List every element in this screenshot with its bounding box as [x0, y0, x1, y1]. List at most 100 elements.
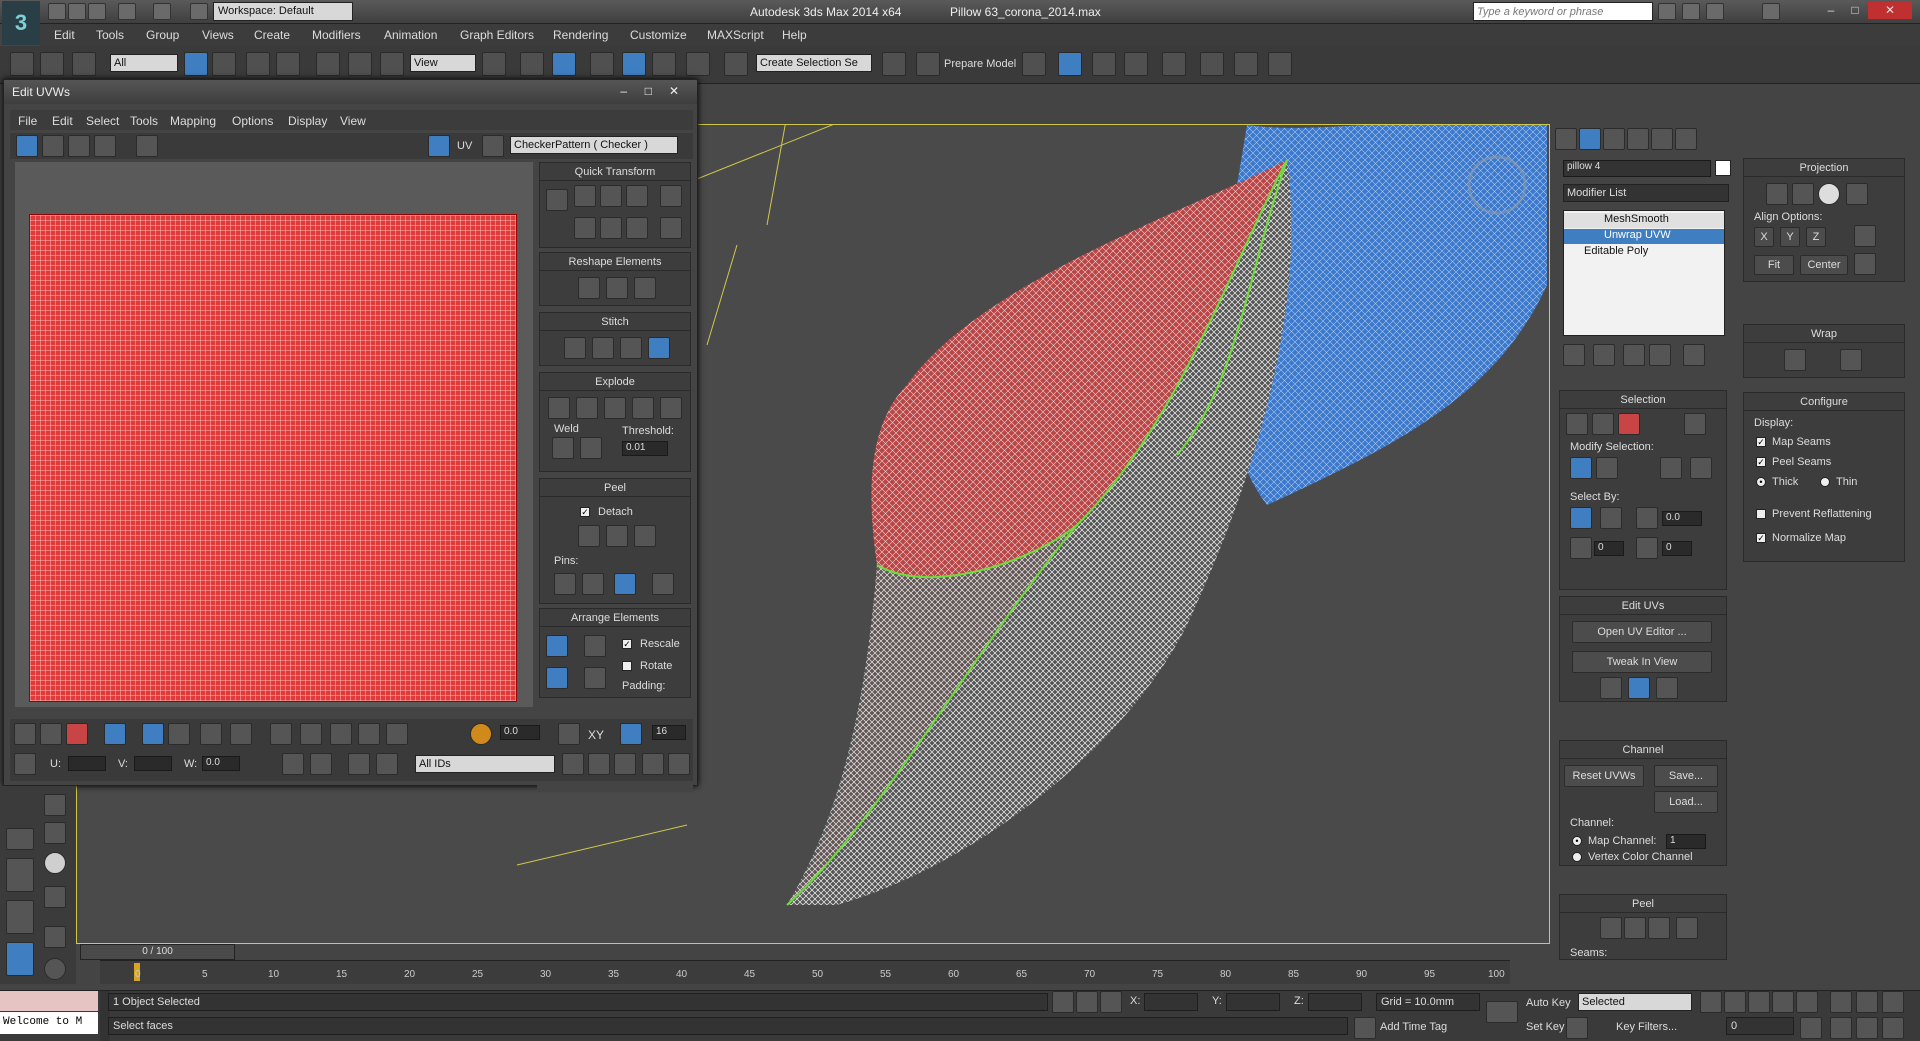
maxscript-listener[interactable]: Welcome to M [0, 1012, 98, 1034]
display-tab-icon[interactable] [1651, 128, 1673, 150]
align-x-button[interactable]: X [1754, 227, 1774, 247]
menu-tools[interactable]: Tools [96, 28, 124, 42]
help-icon[interactable] [44, 958, 66, 980]
wrap-header[interactable]: Wrap [1744, 325, 1904, 343]
pivot-icon[interactable] [546, 189, 568, 211]
relax-icon[interactable] [606, 277, 628, 299]
prev-frame-icon[interactable] [1724, 991, 1746, 1013]
x-coordinate-field[interactable] [1144, 993, 1198, 1011]
expand-arrow-icon[interactable] [6, 828, 34, 850]
align-cube-icon[interactable] [600, 217, 622, 239]
open-file-icon[interactable] [68, 3, 86, 20]
menu-maxscript[interactable]: MAXScript [707, 28, 764, 42]
workspace-dropdown[interactable]: Workspace: Default [213, 2, 353, 21]
zoom-region-icon[interactable] [614, 753, 636, 775]
link-icon[interactable] [10, 52, 34, 76]
edge-select-icon[interactable] [40, 723, 62, 745]
channel-header[interactable]: Channel [1560, 741, 1726, 759]
save-button[interactable]: Save... [1654, 765, 1718, 787]
select-manipulate-icon[interactable] [520, 52, 544, 76]
menu-create[interactable]: Create [254, 28, 290, 42]
menu-animation[interactable]: Animation [384, 28, 437, 42]
graphite-toggle-icon[interactable] [1058, 52, 1082, 76]
auto-pin-icon[interactable] [614, 573, 636, 595]
select-by-edge-icon[interactable] [1600, 507, 1622, 529]
sphere-icon[interactable] [44, 852, 66, 874]
undo-icon[interactable] [118, 3, 136, 20]
close-icon[interactable]: ✕ [1868, 2, 1912, 19]
rotate-ccw-icon[interactable] [626, 217, 648, 239]
pelt-map-icon[interactable] [1676, 917, 1698, 939]
map-channel-radio[interactable]: • [1572, 836, 1582, 846]
planar-map-icon[interactable] [1766, 183, 1788, 205]
viewport-layout-3-icon[interactable] [6, 942, 34, 976]
star-icon[interactable] [1706, 3, 1724, 20]
spline-map-icon[interactable] [1784, 349, 1806, 371]
material-id-spinner[interactable]: 0 [1594, 541, 1624, 556]
close-icon[interactable]: ✕ [669, 84, 679, 98]
reshape-elements-header[interactable]: Reshape Elements [540, 253, 690, 271]
freeform-icon[interactable] [94, 135, 116, 157]
add-time-tag-label[interactable]: Add Time Tag [1380, 1021, 1447, 1033]
fit-button[interactable]: Fit [1754, 255, 1794, 275]
time-slider[interactable]: 0 / 100 [80, 944, 235, 960]
grid-spinner[interactable]: 16 [652, 725, 686, 740]
pin-stack-icon[interactable] [1563, 344, 1585, 366]
material-editor-icon[interactable] [1162, 52, 1186, 76]
detach-edge-icon[interactable] [576, 397, 598, 419]
open-uv-editor-button[interactable]: Open UV Editor ... [1572, 621, 1712, 643]
zoom-icon[interactable] [588, 753, 610, 775]
flatten-custom-icon[interactable] [660, 397, 682, 419]
pin-icon[interactable] [554, 573, 576, 595]
show-hidden-edges-icon[interactable] [310, 753, 332, 775]
key-filters-label[interactable]: Key Filters... [1616, 1021, 1677, 1033]
pan-view-icon[interactable] [1856, 1017, 1878, 1039]
pivot-center-icon[interactable] [482, 52, 506, 76]
rotate-checkbox[interactable] [622, 661, 632, 671]
reset-icon[interactable] [1854, 253, 1876, 275]
reset-uvws-button[interactable]: Reset UVWs [1564, 765, 1644, 787]
stitch-custom-icon[interactable] [648, 337, 670, 359]
scale-icon[interactable] [68, 135, 90, 157]
xy-label[interactable]: XY [588, 728, 604, 742]
select-by-smoothing-icon[interactable] [1636, 537, 1658, 559]
selection-header[interactable]: Selection [1560, 391, 1726, 409]
align-h-icon[interactable] [574, 185, 596, 207]
absolute-mode-icon[interactable] [1100, 991, 1122, 1013]
track-bar[interactable]: 0 5 10 15 20 25 30 35 40 45 50 55 60 65 … [100, 960, 1510, 984]
orbit-icon[interactable] [1882, 1017, 1904, 1039]
loop-icon[interactable] [200, 723, 222, 745]
loop-icon[interactable] [1660, 457, 1682, 479]
play-icon[interactable] [1748, 991, 1770, 1013]
bind-space-warp-icon[interactable] [72, 52, 96, 76]
select-by-material-icon[interactable] [1570, 537, 1592, 559]
pan-icon[interactable] [562, 753, 584, 775]
stitch-header[interactable]: Stitch [540, 313, 690, 331]
menu-customize[interactable]: Customize [630, 28, 687, 42]
field-of-view-icon[interactable] [1830, 1017, 1852, 1039]
align-icon[interactable] [916, 52, 940, 76]
hierarchy-tab-icon[interactable] [1603, 128, 1625, 150]
quick-planar-align-icon[interactable] [1628, 677, 1650, 699]
quick-peel-icon[interactable] [1600, 917, 1622, 939]
pack-normalize-icon[interactable] [584, 635, 606, 657]
options-icon[interactable] [482, 135, 504, 157]
project-folder-icon[interactable] [190, 3, 208, 20]
vertex-select-icon[interactable] [1566, 413, 1588, 435]
flatten-by-smoothing-icon[interactable] [604, 397, 626, 419]
soft-selection-spinner[interactable]: 0.0 [500, 725, 540, 740]
snowflake-icon[interactable] [376, 753, 398, 775]
rescale-checkbox[interactable]: ✓ [622, 639, 632, 649]
spherical-map-icon[interactable] [1818, 183, 1840, 205]
smoothing-group-spinner[interactable]: 0 [1662, 541, 1692, 556]
map-seams-checkbox[interactable]: ✓ [1756, 437, 1766, 447]
edit-uvs-header[interactable]: Edit UVs [1560, 597, 1726, 615]
weld-selected-icon[interactable] [552, 437, 574, 459]
unfold-map-icon[interactable] [1840, 349, 1862, 371]
select-pins-icon[interactable] [652, 573, 674, 595]
camera-icon[interactable] [44, 794, 66, 816]
object-color-swatch[interactable] [1715, 160, 1731, 176]
snap-magnet-icon[interactable] [668, 753, 690, 775]
minimize-icon[interactable]: – [620, 84, 627, 98]
help-icon[interactable] [1762, 3, 1780, 20]
